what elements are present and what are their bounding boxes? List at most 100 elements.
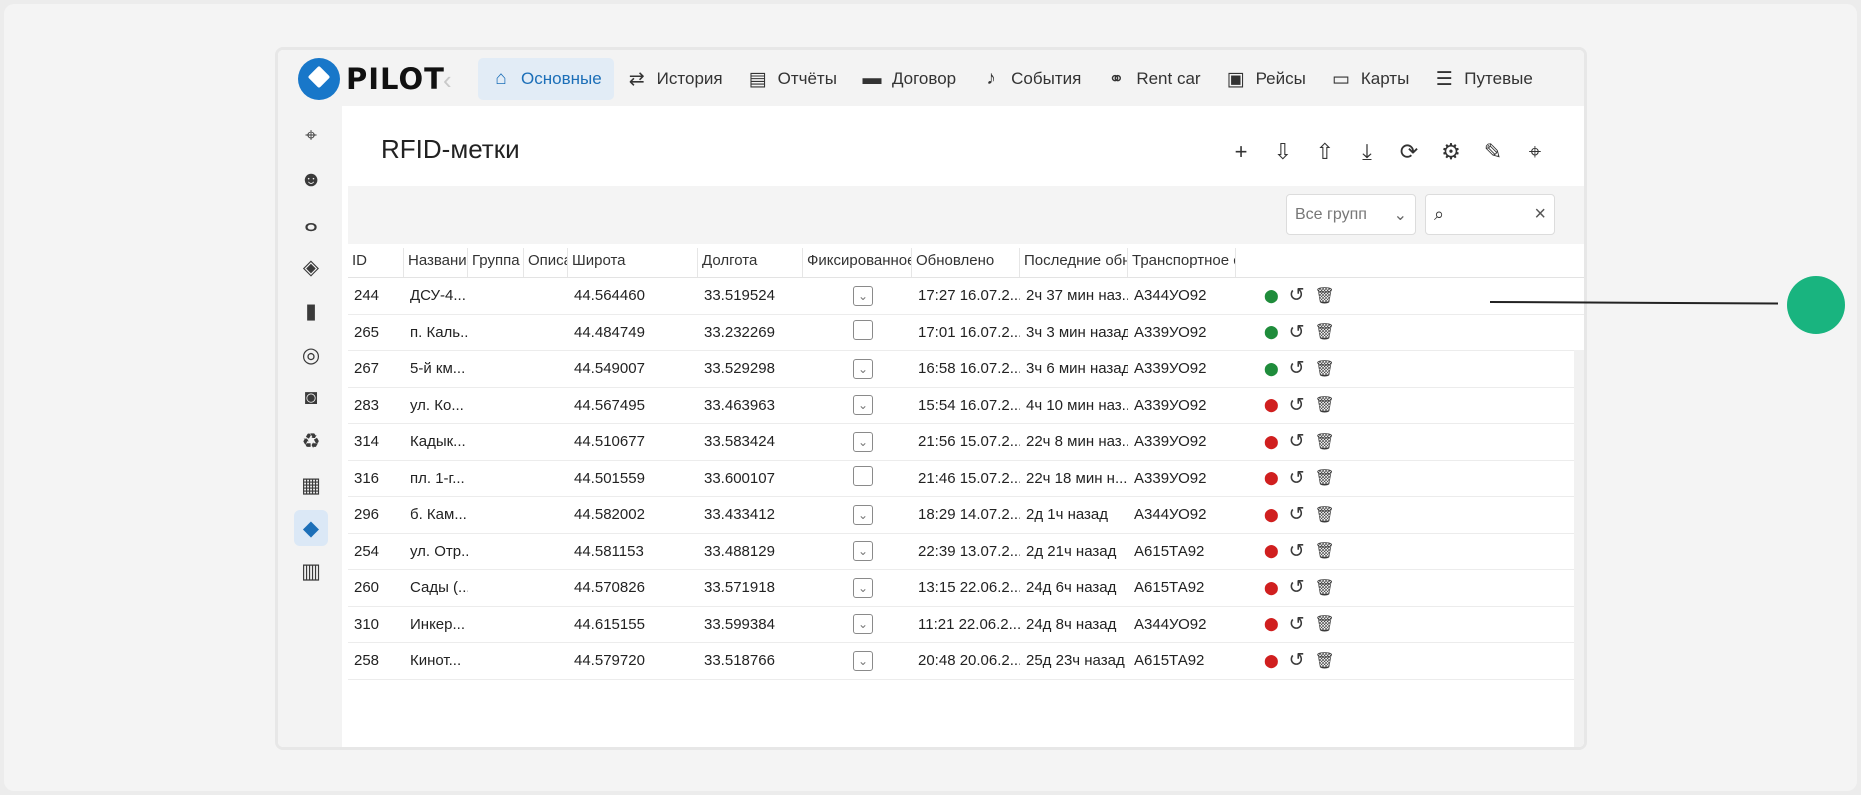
map-pin-icon[interactable]: ⬤ bbox=[1264, 324, 1279, 340]
col-last-update[interactable]: Последние обно bbox=[1020, 248, 1128, 277]
logo[interactable]: PILOT bbox=[298, 58, 445, 100]
col-longitude[interactable]: Долгота bbox=[698, 248, 803, 277]
history-icon[interactable]: ↺ bbox=[1289, 649, 1305, 672]
nav-item-history[interactable]: ⇄ История bbox=[614, 58, 735, 100]
col-name[interactable]: Название bbox=[404, 248, 468, 277]
table-row[interactable]: 283 ул. Ко... 44.567495 33.463963 ⌄ 15:54 16.… bbox=[348, 388, 1584, 424]
table-row[interactable]: 310 Инкер... 44.615155 33.599384 ⌄ 11:21 22.0… bbox=[348, 607, 1584, 643]
history-icon[interactable]: ↺ bbox=[1289, 394, 1305, 417]
table-row[interactable]: 244 ДСУ-4... 44.564460 33.519524 ⌄ 17:27 16.0… bbox=[348, 278, 1584, 315]
history-icon[interactable]: ↺ bbox=[1289, 284, 1305, 307]
refresh-icon[interactable]: ⟳ bbox=[1388, 136, 1430, 168]
download-icon[interactable]: ⤓ bbox=[1346, 136, 1388, 168]
brush-icon[interactable]: ✎ bbox=[1472, 136, 1514, 168]
route-icon[interactable]: ⴰ bbox=[294, 206, 328, 242]
settings-gear-icon[interactable]: ⚙ bbox=[1430, 136, 1472, 168]
history-icon[interactable]: ↺ bbox=[1289, 357, 1305, 380]
history-icon[interactable]: ↺ bbox=[1289, 321, 1305, 344]
history-icon[interactable]: ↺ bbox=[1289, 467, 1305, 490]
users-icon[interactable]: ☻ bbox=[294, 162, 328, 198]
col-latitude[interactable]: Широта bbox=[568, 248, 698, 277]
map-pin-icon[interactable]: ⬤ bbox=[1264, 397, 1279, 413]
table-row[interactable]: 314 Кадык... 44.510677 33.583424 ⌄ 21:56 15.0… bbox=[348, 424, 1584, 461]
fixed-checkbox[interactable]: ⌄ bbox=[853, 285, 873, 306]
table-body: 244 ДСУ-4... 44.564460 33.519524 ⌄ 17:27 16.0… bbox=[348, 278, 1584, 680]
trash-icon[interactable]: 🗑 bbox=[1314, 541, 1334, 561]
trash-icon[interactable]: 🗑 bbox=[1314, 614, 1334, 634]
trash-icon[interactable]: 🗑 bbox=[1314, 286, 1334, 306]
fixed-checkbox[interactable] bbox=[853, 320, 873, 341]
nav-item-cards[interactable]: ▭ Карты bbox=[1318, 58, 1421, 100]
map-pin-icon[interactable]: ⬤ bbox=[1264, 616, 1279, 632]
trash-icon[interactable]: 🗑 bbox=[1314, 395, 1334, 415]
nav-item-rent-car[interactable]: ⚭ Rent car bbox=[1093, 58, 1212, 100]
map-pin-icon[interactable]: ⬤ bbox=[1264, 580, 1279, 596]
map-pin-icon[interactable]: ⌖ bbox=[1514, 136, 1556, 168]
trash-icon[interactable]: 🗑 bbox=[1314, 432, 1334, 452]
history-icon[interactable]: ↺ bbox=[1289, 613, 1305, 636]
fixed-checkbox[interactable]: ⌄ bbox=[853, 504, 873, 525]
nav-item-waybills[interactable]: ☰ Путевые bbox=[1421, 58, 1544, 100]
bookmark-icon[interactable]: ▮ bbox=[294, 293, 328, 329]
map-pin-icon[interactable]: ⬤ bbox=[1264, 434, 1279, 450]
fixed-checkbox[interactable]: ⌄ bbox=[853, 541, 873, 562]
trailer-icon[interactable]: ▥ bbox=[294, 553, 328, 589]
col-vehicle[interactable]: Транспортное ср bbox=[1128, 248, 1236, 277]
trash-icon[interactable]: 🗑 bbox=[1314, 359, 1334, 379]
group-select[interactable]: Все групп ⌄ bbox=[1286, 194, 1416, 235]
map-pin-icon[interactable]: ⬤ bbox=[1264, 470, 1279, 486]
trash-icon[interactable]: 🗑 bbox=[1314, 578, 1334, 598]
history-icon[interactable]: ↺ bbox=[1289, 503, 1305, 526]
fixed-checkbox[interactable]: ⌄ bbox=[853, 431, 873, 452]
col-id[interactable]: ID bbox=[348, 248, 404, 277]
nav-item-trips[interactable]: ▣ Рейсы bbox=[1213, 58, 1318, 100]
table-row[interactable]: 258 Кинот... 44.579720 33.518766 ⌄ 20:48 20.0… bbox=[348, 643, 1584, 680]
calendar-icon[interactable]: ▦ bbox=[294, 467, 328, 503]
trash-icon[interactable]: 🗑 bbox=[1314, 651, 1334, 671]
history-icon[interactable]: ↺ bbox=[1289, 540, 1305, 563]
import-file-icon[interactable]: ⇩ bbox=[1262, 136, 1304, 168]
nav-item-main[interactable]: ⌂ Основные bbox=[478, 58, 614, 100]
fixed-checkbox[interactable]: ⌄ bbox=[853, 358, 873, 379]
steering-wheel-icon[interactable]: ◎ bbox=[294, 337, 328, 373]
nav-item-contract[interactable]: ▬ Договор bbox=[849, 58, 968, 100]
history-icon[interactable]: ↺ bbox=[1289, 430, 1305, 453]
col-fixed[interactable]: Фиксированное bbox=[803, 248, 912, 277]
table-row[interactable]: 296 б. Кам... 44.582002 33.433412 ⌄ 18:29 14.… bbox=[348, 497, 1584, 534]
map-pin-icon[interactable]: ⬤ bbox=[1264, 361, 1279, 377]
map-pin-icon[interactable]: ⬤ bbox=[1264, 653, 1279, 669]
map-pin-icon[interactable]: ⬤ bbox=[1264, 288, 1279, 304]
fixed-checkbox[interactable] bbox=[853, 466, 873, 487]
recycle-icon[interactable]: ♻ bbox=[294, 423, 328, 459]
nav-scroll-left-icon[interactable]: ‹ bbox=[443, 65, 452, 96]
col-group[interactable]: Группа bbox=[468, 248, 524, 277]
map-marker-icon[interactable]: ⌖ bbox=[294, 118, 328, 154]
trash-icon[interactable]: 🗑 bbox=[1314, 322, 1334, 342]
table-row[interactable]: 265 п. Каль... 44.484749 33.232269 17:01 16.… bbox=[348, 315, 1584, 351]
fixed-checkbox[interactable]: ⌄ bbox=[853, 395, 873, 416]
nav-item-reports[interactable]: ▤ Отчёты bbox=[735, 58, 849, 100]
table-row[interactable]: 260 Сады (... 44.570826 33.571918 ⌄ 13:15 22.… bbox=[348, 570, 1584, 607]
fixed-checkbox[interactable]: ⌄ bbox=[853, 650, 873, 671]
trash-icon[interactable]: 🗑 bbox=[1314, 505, 1334, 525]
col-updated[interactable]: Обновлено bbox=[912, 248, 1020, 277]
fuel-gauge-icon[interactable]: ◙ bbox=[294, 380, 328, 416]
scrollbar-track[interactable] bbox=[1574, 350, 1584, 747]
table-row[interactable]: 254 ул. Отр... 44.581153 33.488129 ⌄ 22:39 13… bbox=[348, 534, 1584, 570]
map-pin-icon[interactable]: ⬤ bbox=[1264, 543, 1279, 559]
search-input[interactable] bbox=[1450, 205, 1511, 224]
fixed-checkbox[interactable]: ⌄ bbox=[853, 577, 873, 598]
clear-search-icon[interactable]: × bbox=[1534, 203, 1546, 226]
table-row[interactable]: 267 5-й км... 44.549007 33.529298 ⌄ 16:58 16.… bbox=[348, 351, 1584, 388]
table-row[interactable]: 316 пл. 1-г... 44.501559 33.600107 21:46 15.… bbox=[348, 461, 1584, 497]
fixed-checkbox[interactable]: ⌄ bbox=[853, 614, 873, 635]
col-description[interactable]: Описа bbox=[524, 248, 568, 277]
layers-icon[interactable]: ◈ bbox=[294, 249, 328, 285]
trash-icon[interactable]: 🗑 bbox=[1314, 468, 1334, 488]
export-file-icon[interactable]: ⇧ bbox=[1304, 136, 1346, 168]
nav-item-events[interactable]: ♪ События bbox=[968, 58, 1093, 100]
tags-icon[interactable]: ◆ bbox=[294, 510, 328, 546]
history-icon[interactable]: ↺ bbox=[1289, 576, 1305, 599]
map-pin-icon[interactable]: ⬤ bbox=[1264, 507, 1279, 523]
add-icon[interactable]: + bbox=[1220, 136, 1262, 168]
